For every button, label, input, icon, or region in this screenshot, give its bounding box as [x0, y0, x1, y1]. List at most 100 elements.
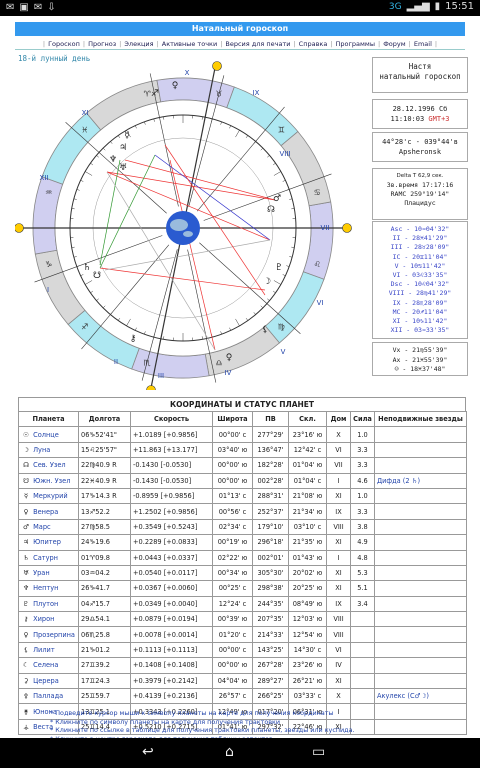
planet-cell[interactable]: ☽ Луна — [18, 441, 79, 459]
planet-glyph-icon[interactable]: ♀ — [172, 81, 179, 91]
planet-glyph-icon[interactable]: ⚸ — [262, 325, 269, 335]
planet-glyph-icon[interactable]: ♅ — [119, 163, 127, 173]
house-cusp[interactable]: II - 28♓41'29" — [373, 234, 467, 243]
nav-link[interactable]: Справка — [299, 40, 328, 48]
planet-cell[interactable]: ⚸ Лилит — [18, 641, 79, 659]
planet-name[interactable]: Юпитер — [31, 538, 61, 546]
planet-name[interactable]: Солнце — [31, 431, 59, 439]
planet-name[interactable]: Церера — [31, 677, 59, 685]
house-cusps-box[interactable]: Asc - 10♒04'32" II - 28♓41'29" III - 28♉28… — [372, 221, 468, 339]
vertex-point: Vx - 21♍55'39" — [392, 346, 448, 354]
power-cell: 4.9 — [350, 534, 375, 551]
ra-cell: 277°29' — [252, 426, 289, 443]
nav-link[interactable]: Версия для печати — [225, 40, 290, 48]
house-cusp[interactable]: VIII - 28♍41'29" — [373, 289, 467, 298]
planet-glyph-icon[interactable]: ♇ — [275, 263, 283, 273]
planet-name[interactable]: Уран — [31, 569, 50, 577]
fixed-stars-cell[interactable]: Дифда (2 ♄) — [374, 472, 467, 489]
planet-name[interactable]: Плутон — [31, 600, 58, 608]
longitude-cell: 29♎54.1 — [78, 611, 131, 628]
house-cusp[interactable]: III - 28♉28'09" — [373, 243, 467, 252]
nav-link[interactable]: Прогноз — [88, 40, 116, 48]
house-cusp[interactable]: MC - 20♐11'04" — [373, 308, 467, 317]
planet-glyph-icon[interactable]: ☊ — [267, 205, 275, 215]
axis-marker-icon[interactable] — [15, 223, 24, 233]
house-cell: I — [326, 549, 351, 566]
planet-glyph-icon[interactable]: ♀ — [226, 353, 233, 363]
latitude-cell: 04°04' ю — [212, 672, 253, 690]
planet-name[interactable]: Селена — [31, 661, 58, 669]
house-cusp[interactable]: IC - 20♊11'04" — [373, 253, 467, 262]
planet-cell[interactable]: ♂ Марс — [18, 518, 79, 536]
axis-marker-icon[interactable] — [146, 385, 156, 391]
planet-name[interactable]: Луна — [31, 446, 50, 454]
planet-cell[interactable]: ♃ Юпитер — [18, 534, 79, 551]
ra-cell: 252°37' — [252, 503, 289, 520]
planet-name[interactable]: Южн. Узел — [31, 477, 70, 485]
longitude-cell: 15♌25'57" — [78, 441, 131, 459]
nav-link[interactable]: Гороскоп — [48, 40, 80, 48]
house-cusp[interactable]: VI - 03♌33'35" — [373, 271, 467, 280]
planet-cell[interactable]: ☉ Солнце — [18, 426, 79, 443]
planet-glyph-icon[interactable]: ☿ — [124, 131, 130, 141]
house-cusp[interactable]: XII - 03♒33'35" — [373, 326, 467, 335]
planet-name[interactable]: Меркурий — [31, 492, 68, 500]
recents-icon[interactable]: ▭ — [312, 744, 325, 760]
house-cusp[interactable]: XI - 10♑11'42" — [373, 317, 467, 326]
planet-glyph-icon[interactable]: ♆ — [109, 155, 117, 165]
planet-cell[interactable]: ⚷ Хирон — [18, 611, 79, 628]
axis-marker-icon[interactable] — [212, 61, 222, 71]
planet-glyph-icon[interactable]: ♃ — [119, 143, 127, 153]
planet-glyph-icon[interactable]: ⚷ — [130, 334, 137, 344]
planet-glyph-icon[interactable]: ☋ — [93, 271, 101, 281]
house-cusp[interactable]: Asc - 10♒04'32" — [373, 225, 467, 234]
planet-name[interactable]: Сатурн — [31, 554, 58, 562]
nav-link[interactable]: Форум — [383, 40, 405, 48]
planet-name[interactable]: Нептун — [31, 584, 58, 592]
planet-name[interactable]: Паллада — [31, 692, 63, 700]
planet-cell[interactable]: ♀ Венера — [18, 503, 79, 520]
planet-name[interactable]: Сев. Узел — [31, 461, 66, 469]
planet-glyph-icon[interactable]: ♂ — [273, 194, 281, 204]
axis-marker-icon[interactable] — [342, 223, 352, 233]
planet-name[interactable]: Венера — [31, 508, 58, 516]
planet-cell[interactable]: ♇ Плутон — [18, 595, 79, 613]
datetime-box: 28.12.1996 Сб 11:10:03 GMT+3 — [372, 99, 468, 129]
planet-cell[interactable]: ☊ Сев. Узел — [18, 457, 79, 474]
table-row: ♀ Венера 13♐52.2 +1.2502 [+0.9856] 00°56' с… — [18, 503, 467, 520]
back-icon[interactable]: ↩ — [142, 744, 154, 760]
nav-link[interactable]: Email — [414, 40, 432, 48]
fixed-stars-cell[interactable]: Акулекс (С♂☽) — [374, 688, 467, 705]
planet-cell[interactable]: ♄ Сатурн — [18, 549, 79, 566]
nav-link[interactable]: Активные точки — [162, 40, 217, 48]
planet-cell[interactable]: ☿ Меркурий — [18, 487, 79, 505]
planet-glyph-icon: ☿ — [23, 492, 29, 501]
planet-glyph-icon: ☊ — [23, 461, 29, 470]
planet-name[interactable]: Марс — [31, 523, 51, 531]
planet-glyph-icon[interactable]: ☽ — [263, 277, 271, 287]
planet-cell[interactable]: ♀ Прозерпина — [18, 626, 79, 643]
house-cusp[interactable]: V - 10♋11'42" — [373, 262, 467, 271]
house-number-label: XI — [82, 109, 89, 117]
planet-cell[interactable]: ♅ Уран — [18, 564, 79, 582]
planet-glyph-icon: ♀ — [23, 630, 29, 639]
house-cusp[interactable]: IX - 28♏28'09" — [373, 299, 467, 308]
horoscope-wheel[interactable]: IIIIII IVVVIVIIVIIIIXXXIXII♃♆♅☿♐♀♂☊♇☽♄☋♀⚷… — [15, 60, 365, 390]
planet-name[interactable]: Лилит — [31, 646, 55, 654]
planet-name[interactable]: Хирон — [31, 615, 54, 623]
planet-cell[interactable]: ⚳ Церера — [18, 672, 79, 690]
longitude-cell: 17♑14.3 R — [78, 487, 131, 505]
planet-cell[interactable]: ⚴ Паллада — [18, 688, 79, 705]
planet-glyph-icon[interactable]: ♐ — [151, 89, 159, 99]
nav-link[interactable]: Программы — [336, 40, 375, 48]
planet-cell[interactable]: ♆ Нептун — [18, 580, 79, 597]
planet-cell[interactable]: ☋ Южн. Узел — [18, 472, 79, 489]
speed-cell: +0.3549 [+0.5243] — [130, 518, 213, 536]
planet-cell[interactable]: ☾ Селена — [18, 657, 79, 674]
planet-name[interactable]: Прозерпина — [31, 631, 75, 639]
house-cell: VI — [326, 641, 351, 659]
house-cusp[interactable]: Dsc - 10♌04'32" — [373, 280, 467, 289]
nav-link[interactable]: Элекция — [124, 40, 153, 48]
planet-glyph-icon[interactable]: ♄ — [83, 263, 91, 273]
home-icon[interactable]: ⌂ — [225, 744, 234, 760]
